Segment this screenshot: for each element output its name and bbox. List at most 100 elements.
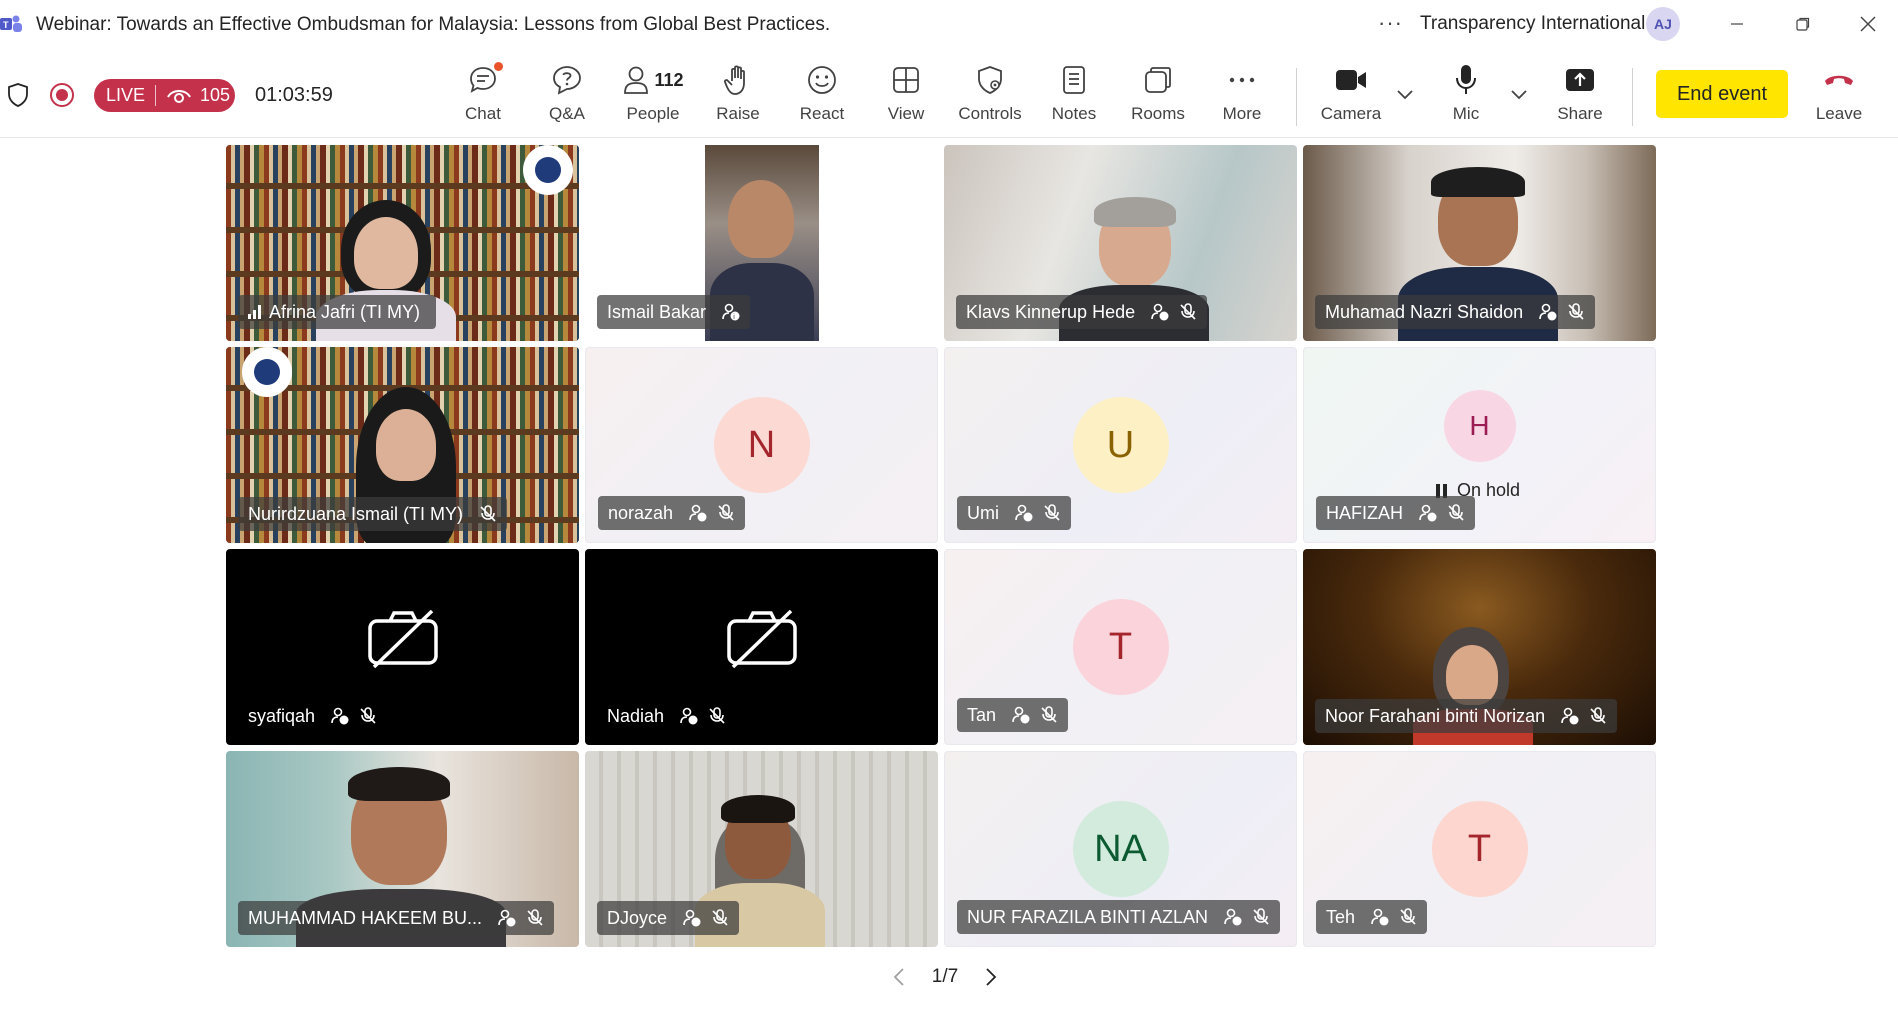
- title-more-icon[interactable]: ···: [1378, 10, 1403, 36]
- mic-label: Mic: [1452, 104, 1480, 123]
- participant-tile[interactable]: Afrina Jafri (TI MY): [226, 145, 579, 341]
- participant-tile[interactable]: Muhamad Nazri Shaidon: [1303, 145, 1656, 341]
- mic-muted-icon: [357, 705, 379, 727]
- notes-button[interactable]: Notes: [1034, 60, 1114, 132]
- close-button[interactable]: [1838, 4, 1898, 44]
- people-count: 112: [654, 69, 684, 90]
- attendee-role-icon: [1149, 301, 1171, 323]
- participant-tile[interactable]: Noor Farahani binti Norizan: [1303, 549, 1656, 745]
- mic-muted-icon: [1038, 704, 1060, 726]
- transparency-logo-icon: [523, 145, 573, 195]
- camera-options-chevron-icon[interactable]: [1393, 82, 1417, 106]
- restore-button[interactable]: [1773, 4, 1833, 44]
- mic-muted-icon: [477, 503, 499, 525]
- minimize-button[interactable]: [1707, 4, 1767, 44]
- raise-hand-icon: [724, 65, 745, 95]
- participant-tile[interactable]: MUHAMMAD HAKEEM BU...: [226, 751, 579, 947]
- rooms-icon: [1145, 67, 1171, 93]
- attendee-role-icon: [1013, 502, 1035, 524]
- rooms-label: Rooms: [1131, 104, 1185, 123]
- more-button[interactable]: More: [1202, 60, 1282, 132]
- participant-tile[interactable]: Ismail Bakar i: [585, 145, 938, 341]
- people-label: People: [626, 104, 680, 123]
- close-icon: [1860, 16, 1876, 32]
- mic-muted-icon: [709, 907, 731, 929]
- mic-muted-icon: [524, 907, 546, 929]
- participant-name: norazah: [608, 502, 674, 523]
- toolbar-divider: [1296, 68, 1297, 126]
- mic-muted-icon: [1041, 502, 1063, 524]
- participant-tile[interactable]: Nurirdzuana Ismail (TI MY): [226, 347, 579, 543]
- participant-name: HAFIZAH: [1326, 502, 1404, 523]
- transparency-logo-icon: [242, 347, 292, 397]
- participant-tile[interactable]: syafiqah: [226, 549, 579, 745]
- leave-label: Leave: [1815, 104, 1863, 123]
- viewer-count: 105: [200, 85, 231, 105]
- notes-label: Notes: [1051, 104, 1097, 123]
- participant-hair: [721, 795, 795, 823]
- participant-tile[interactable]: DJoyce: [585, 751, 938, 947]
- org-name: Transparency International: [1420, 13, 1646, 34]
- camera-button[interactable]: Camera: [1311, 60, 1391, 132]
- participant-tile[interactable]: Klavs Kinnerup Hede: [944, 145, 1297, 341]
- smiley-icon: [808, 66, 836, 94]
- participant-tile[interactable]: T Teh: [1303, 751, 1656, 947]
- shield-icon[interactable]: [6, 82, 30, 108]
- viewer-counter: 105: [156, 85, 230, 106]
- microphone-icon: [1456, 65, 1476, 94]
- page-indicator: 1/7: [931, 966, 959, 987]
- participant-tile[interactable]: T Tan: [944, 549, 1297, 745]
- participant-name: Muhamad Nazri Shaidon: [1325, 301, 1524, 322]
- participant-tile[interactable]: Nadiah: [585, 549, 938, 745]
- react-button[interactable]: React: [782, 60, 862, 132]
- camera-icon: [1336, 70, 1366, 90]
- qa-icon: [553, 66, 581, 95]
- participant-name: Tan: [967, 704, 997, 725]
- participant-nameplate: Tan: [957, 698, 1069, 732]
- participant-face: [354, 217, 418, 289]
- avatar[interactable]: AJ: [1646, 7, 1680, 41]
- attendee-role-icon: [1559, 705, 1581, 727]
- view-label: View: [887, 104, 925, 123]
- restore-icon: [1796, 17, 1810, 31]
- chevron-right-icon[interactable]: [982, 966, 1000, 988]
- participant-initial-avatar: NA: [1072, 801, 1169, 897]
- attendee-role-icon: i: [720, 301, 742, 323]
- mic-muted-icon: [1397, 906, 1419, 928]
- share-button[interactable]: Share: [1540, 60, 1620, 132]
- live-badge: LIVE 105: [94, 79, 235, 112]
- mic-options-chevron-icon[interactable]: [1507, 82, 1531, 106]
- chat-notification-dot: [494, 62, 503, 71]
- more-icon: [1229, 77, 1255, 83]
- attendee-role-icon: [496, 907, 518, 929]
- end-event-button[interactable]: End event: [1656, 70, 1788, 118]
- participant-name: NUR FARAZILA BINTI AZLAN: [967, 906, 1209, 927]
- view-button[interactable]: View: [866, 60, 946, 132]
- attendee-role-icon: [329, 705, 351, 727]
- participant-name: Nadiah: [607, 705, 665, 726]
- camera-off-icon: [726, 609, 797, 669]
- participant-tile[interactable]: NA NUR FARAZILA BINTI AZLAN: [944, 751, 1297, 947]
- camera-label: Camera: [1320, 104, 1382, 123]
- people-button[interactable]: 112 People: [612, 60, 694, 132]
- chat-button[interactable]: Chat: [443, 60, 523, 132]
- mic-button[interactable]: Mic: [1426, 60, 1506, 132]
- svg-text:T: T: [3, 20, 9, 30]
- leave-button[interactable]: Leave: [1799, 60, 1879, 132]
- live-label: LIVE: [94, 85, 157, 106]
- participant-tile[interactable]: U Umi: [944, 347, 1297, 543]
- rooms-button[interactable]: Rooms: [1118, 60, 1198, 132]
- recording-icon: [50, 83, 74, 107]
- controls-label: Controls: [958, 104, 1022, 123]
- share-label: Share: [1557, 104, 1603, 123]
- controls-button[interactable]: Controls: [950, 60, 1030, 132]
- qa-button[interactable]: Q&A: [527, 60, 607, 132]
- video-grid: Afrina Jafri (TI MY) Ismail Bakar i Klav…: [226, 145, 1658, 947]
- participant-tile[interactable]: N norazah: [585, 347, 938, 543]
- participant-nameplate: Noor Farahani binti Norizan: [1315, 699, 1618, 733]
- chevron-left-icon[interactable]: [890, 966, 908, 988]
- attendee-role-icon: [1010, 704, 1032, 726]
- hang-up-icon: [1825, 75, 1853, 85]
- participant-tile[interactable]: H On hold HAFIZAH: [1303, 347, 1656, 543]
- raise-hand-button[interactable]: Raise: [698, 60, 778, 132]
